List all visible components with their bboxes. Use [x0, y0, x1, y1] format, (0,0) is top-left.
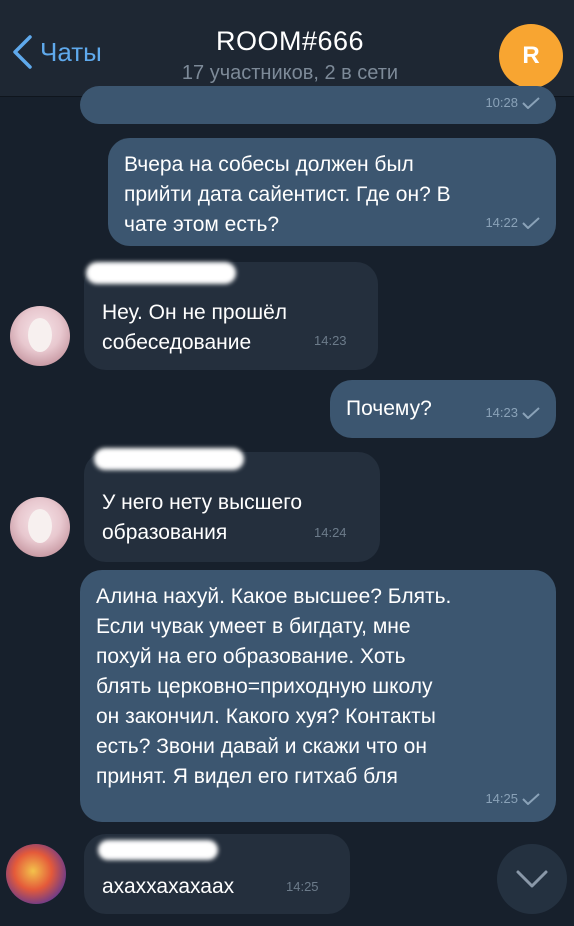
sender-avatar[interactable] — [6, 844, 66, 904]
sender-name-redacted — [86, 262, 236, 284]
sender-name-redacted — [98, 840, 218, 860]
message-bubble-incoming[interactable]: ахаххахахаах 14:25 — [84, 834, 350, 914]
message-time: 14:23 — [314, 333, 347, 348]
back-label: Чаты — [40, 36, 102, 67]
message-bubble-incoming[interactable]: У него нету высшего образования 14:24 — [84, 448, 380, 562]
message-text: Почему? — [346, 397, 432, 420]
chevron-left-icon — [13, 35, 32, 69]
check-icon — [522, 407, 540, 419]
message-bubble-outgoing[interactable]: Вчера на собесы должен был прийти дата с… — [108, 138, 556, 246]
message-text: Вчера на собесы должен был прийти дата с… — [124, 153, 451, 236]
message-bubble-incoming[interactable]: Неу. Он не прошёл собеседование 14:23 — [84, 262, 378, 370]
scroll-down-button[interactable] — [497, 844, 567, 914]
check-icon — [522, 97, 540, 109]
message-time: 14:24 — [314, 525, 347, 540]
message-bubble-outgoing[interactable]: Почему? 14:23 — [330, 380, 556, 438]
room-avatar[interactable]: R — [499, 24, 563, 88]
check-icon — [522, 793, 540, 805]
message-time: 10:28 — [485, 88, 540, 118]
back-button[interactable]: Чаты — [10, 30, 102, 74]
message-bubble-outgoing[interactable]: 10:28 — [80, 86, 556, 124]
message-text: ахаххахахаах — [102, 875, 235, 898]
chat-header: Чаты ROOM#666 17 участников, 2 в сети R — [0, 0, 574, 97]
message-bubble-outgoing[interactable]: Алина нахуй. Какое высшее? Блять. Если ч… — [80, 570, 556, 822]
message-time: 14:22 — [485, 208, 540, 238]
chevron-down-icon — [516, 870, 548, 888]
message-text: Неу. Он не прошёл собеседование — [102, 301, 288, 354]
sender-avatar[interactable] — [10, 306, 70, 366]
chat-title[interactable]: ROOM#666 — [120, 26, 460, 57]
chat-subtitle: 17 участников, 2 в сети — [181, 62, 399, 84]
message-time: 14:23 — [485, 398, 540, 428]
sender-name-redacted — [94, 448, 244, 470]
message-time: 14:25 — [286, 879, 319, 894]
sender-avatar[interactable] — [10, 497, 70, 557]
message-text: Алина нахуй. Какое высшее? Блять. Если ч… — [96, 585, 452, 788]
message-time: 14:25 — [485, 784, 540, 814]
check-icon — [522, 217, 540, 229]
